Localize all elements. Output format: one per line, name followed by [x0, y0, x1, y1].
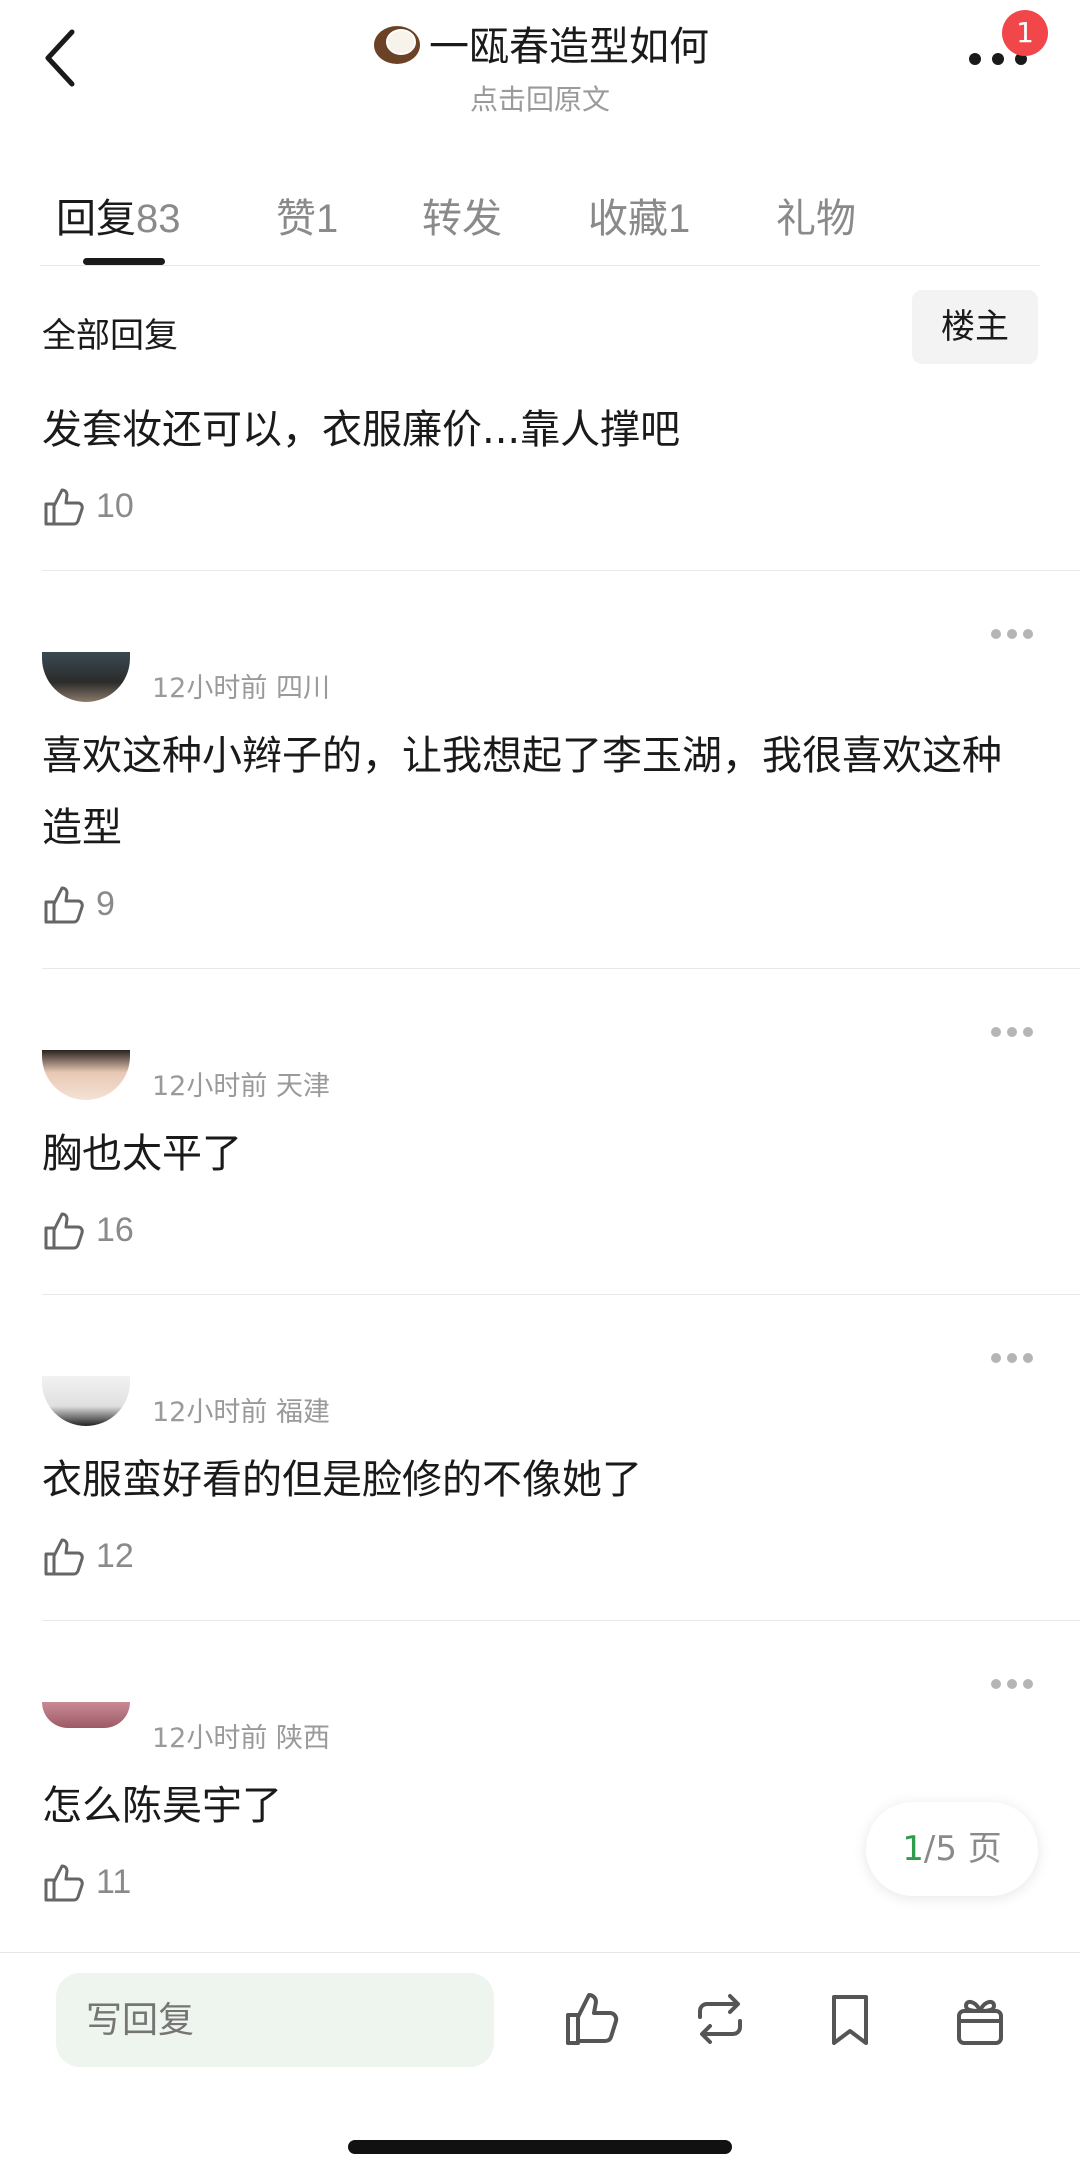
- like-button[interactable]: 12: [42, 1534, 134, 1578]
- tab-likes[interactable]: 赞1: [276, 186, 338, 244]
- comment-text: 喜欢这种小辫子的，让我想起了李玉湖，我很喜欢这种造型: [42, 733, 1002, 851]
- comment-time: 12小时前: [152, 673, 268, 704]
- thumbs-up-icon[interactable]: [562, 1989, 622, 2049]
- divider: [42, 1294, 1080, 1295]
- comment-meta: 12小时前 天津: [152, 1064, 330, 1103]
- tab-replies[interactable]: 回复83: [56, 186, 181, 244]
- avatar[interactable]: [42, 1050, 130, 1100]
- tab-count: 83: [136, 197, 181, 241]
- comment-location: 天津: [275, 1071, 330, 1102]
- tab-favorites[interactable]: 收藏1: [588, 186, 690, 244]
- comment-location: 陕西: [275, 1723, 330, 1754]
- tab-label: 收藏: [588, 196, 668, 242]
- thumbs-up-icon: [44, 1538, 84, 1576]
- comment-text: 胸也太平了: [42, 1131, 242, 1177]
- comment-text: 发套妆还可以，衣服廉价...靠人撑吧: [42, 407, 681, 453]
- tab-label: 回复: [56, 196, 136, 242]
- current-page: 1: [902, 1829, 924, 1869]
- comment-more-icon[interactable]: [990, 1678, 1034, 1690]
- divider: [42, 570, 1080, 571]
- comment-more-icon[interactable]: [990, 1352, 1034, 1364]
- tab-reposts[interactable]: 转发: [422, 186, 502, 244]
- subtitle: 点击回原文: [469, 83, 610, 116]
- like-count: 12: [96, 1536, 134, 1575]
- tab-label: 赞: [276, 196, 316, 242]
- tab-gifts[interactable]: 礼物: [776, 186, 856, 244]
- comment-meta: 12小时前 福建: [152, 1390, 330, 1429]
- comment-time: 12小时前: [152, 1397, 268, 1428]
- active-tab-indicator: [83, 258, 165, 265]
- coconut-icon: [374, 26, 420, 64]
- comment-text: 衣服蛮好看的但是脸修的不像她了: [42, 1457, 642, 1503]
- like-count: 11: [96, 1862, 132, 1901]
- like-button[interactable]: 9: [42, 882, 115, 926]
- avatar[interactable]: [42, 1702, 130, 1728]
- divider: [42, 968, 1080, 969]
- thumbs-up-icon: [44, 1212, 84, 1250]
- top-bar: 一瓯春造型如何 点击回原文 1: [0, 0, 1080, 130]
- tab-label: 礼物: [776, 196, 856, 242]
- comment-time: 12小时前: [152, 1723, 268, 1754]
- page-indicator[interactable]: 1/5 页: [866, 1802, 1038, 1896]
- avatar[interactable]: [42, 1376, 130, 1426]
- thumbs-up-icon: [44, 886, 84, 924]
- divider: [42, 1620, 1080, 1621]
- all-replies-label: 全部回复: [42, 316, 178, 356]
- comment-meta: 12小时前 四川: [152, 666, 330, 705]
- gift-icon[interactable]: [950, 1989, 1010, 2049]
- title-text: 一瓯春造型如何: [429, 24, 709, 70]
- comment-location: 四川: [275, 673, 330, 704]
- comment-location: 福建: [275, 1397, 330, 1428]
- comment-more-icon[interactable]: [990, 628, 1034, 640]
- home-indicator[interactable]: [348, 2140, 732, 2154]
- thumbs-up-icon: [44, 1864, 84, 1902]
- tab-count: 1: [316, 197, 339, 241]
- like-button[interactable]: 11: [42, 1860, 131, 1904]
- thumbs-up-icon: [44, 488, 84, 526]
- tab-count: 1: [668, 197, 691, 241]
- page-title: 一瓯春造型如何: [371, 14, 709, 72]
- like-count: 16: [96, 1210, 134, 1249]
- reply-input[interactable]: [56, 1973, 494, 2067]
- like-button[interactable]: 10: [42, 484, 134, 528]
- tab-bar: 回复83 赞1 转发 收藏1 礼物: [0, 170, 1080, 266]
- bookmark-icon[interactable]: [820, 1989, 880, 2049]
- divider: [40, 265, 1040, 266]
- notification-badge: 1: [1002, 10, 1048, 56]
- tab-label: 转发: [422, 196, 502, 242]
- title-block[interactable]: 一瓯春造型如何 点击回原文: [0, 14, 1080, 118]
- like-count: 9: [96, 884, 115, 923]
- avatar[interactable]: [42, 652, 130, 702]
- like-count: 10: [96, 486, 134, 525]
- comment-time: 12小时前: [152, 1071, 268, 1102]
- total-pages: /5 页: [923, 1829, 1002, 1869]
- comment-more-icon[interactable]: [990, 1026, 1034, 1038]
- op-only-button[interactable]: 楼主: [912, 290, 1038, 364]
- comment-meta: 12小时前 陕西: [152, 1716, 330, 1755]
- repost-icon[interactable]: [690, 1989, 750, 2049]
- like-button[interactable]: 16: [42, 1208, 134, 1252]
